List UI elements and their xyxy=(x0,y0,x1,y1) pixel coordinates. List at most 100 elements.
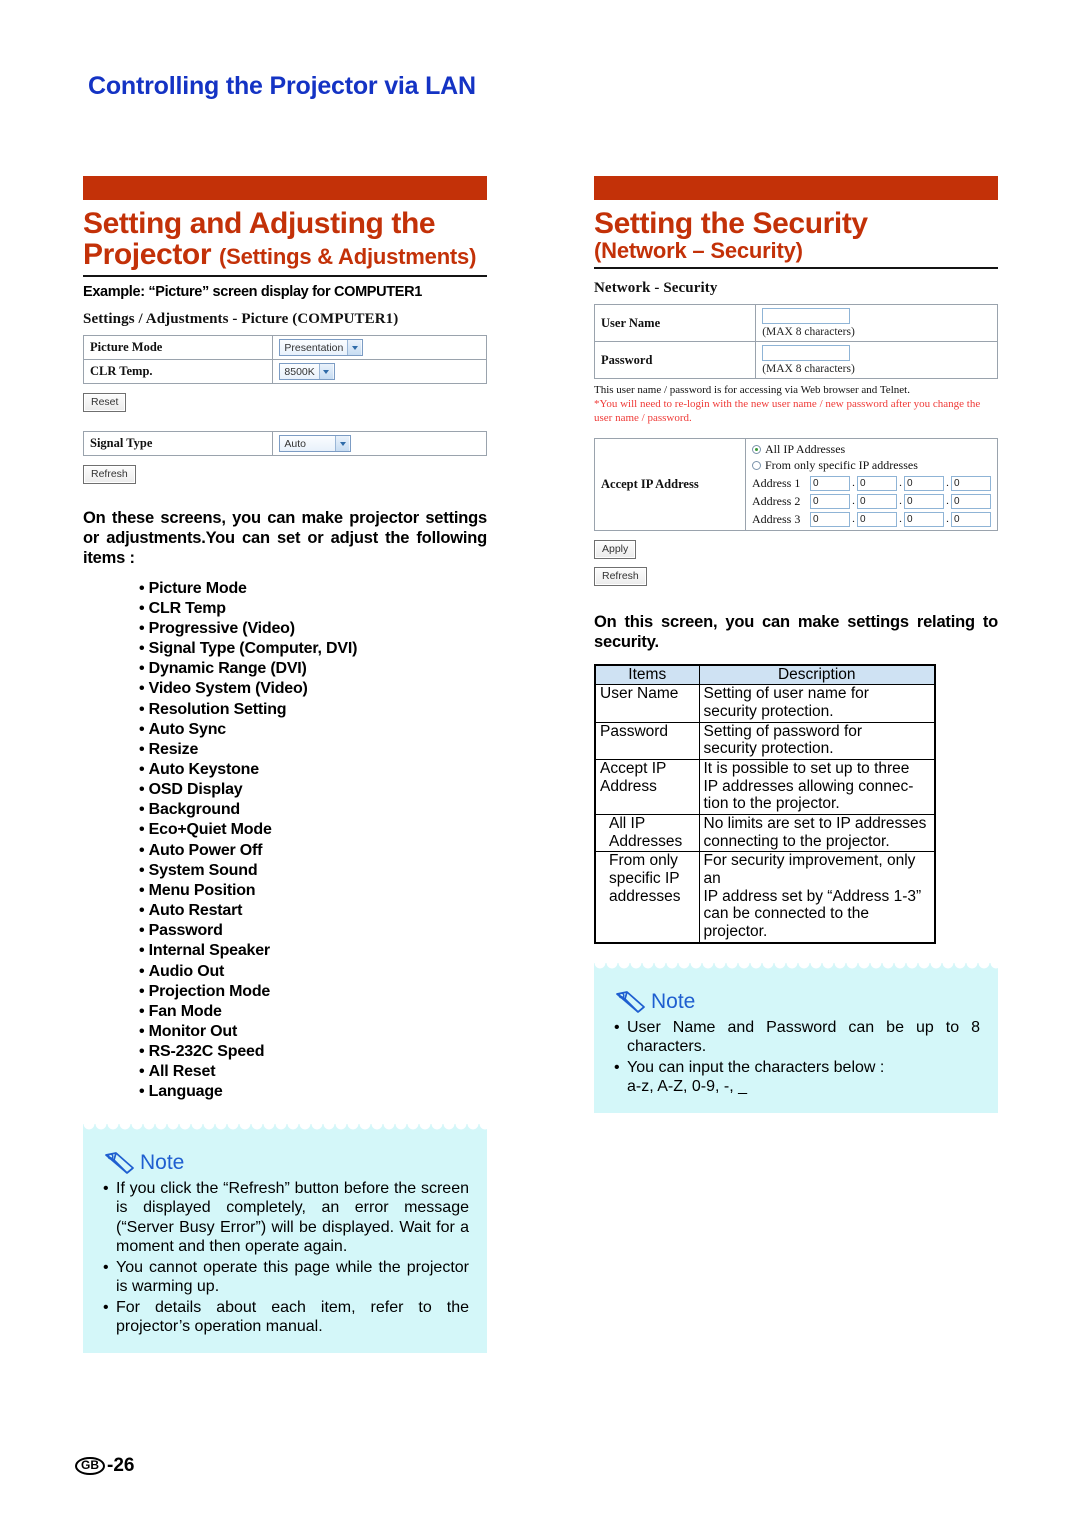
password-label: Password xyxy=(593,341,757,380)
ip-address-label: Address 2 xyxy=(752,493,801,508)
security-screenshot-mock: Network - Security User Name (MAX 8 char… xyxy=(593,280,998,586)
ip-octet-input[interactable]: 0 xyxy=(904,511,944,527)
example-caption: Example: “Picture” screen display for CO… xyxy=(83,284,422,301)
ip-octet-input[interactable]: 0 xyxy=(904,493,944,509)
ip-separator: . xyxy=(852,495,855,508)
radio-all-ip-icon[interactable] xyxy=(752,444,761,454)
table-cell-description: No limits are set to IP addresses connec… xyxy=(698,814,936,853)
note-bullet: If you click the “Refresh” button before… xyxy=(103,1179,469,1257)
table-row: Signal Type Auto xyxy=(82,431,487,457)
note-label: Note xyxy=(140,1150,185,1174)
table-cell-description: For security improvement, only an IP add… xyxy=(698,851,936,944)
ip-address-label: Address 3 xyxy=(752,511,801,526)
ip-octet-input[interactable]: 0 xyxy=(951,475,991,491)
refresh-button[interactable]: Refresh xyxy=(83,465,136,485)
signal-type-cell: Auto xyxy=(272,431,487,457)
list-item: Resize xyxy=(139,740,487,760)
page-number: -26 xyxy=(107,1455,135,1476)
settings-items-list: Picture ModeCLR TempProgressive (Video)S… xyxy=(83,579,487,1103)
ip-octet-input[interactable]: 0 xyxy=(857,511,897,527)
ip-separator: . xyxy=(899,495,902,508)
signal-type-value: Auto xyxy=(284,437,307,450)
list-item: Monitor Out xyxy=(139,1022,487,1042)
accept-ip-label: Accept IP Address xyxy=(594,437,746,531)
ip-octet-input[interactable]: 0 xyxy=(951,511,991,527)
pencil-icon xyxy=(105,1151,134,1174)
column-header-items: Items xyxy=(594,664,700,686)
section-accent-bar-left xyxy=(83,176,487,200)
table-row: From only specific IP addresses For secur… xyxy=(594,851,936,944)
section-accent-bar-right xyxy=(594,176,998,200)
clr-temp-cell: 8500K xyxy=(272,359,487,385)
password-input[interactable] xyxy=(762,345,851,362)
list-item: Internal Speaker xyxy=(139,941,487,961)
ip-octet-input[interactable]: 0 xyxy=(810,493,850,509)
list-item: Audio Out xyxy=(139,962,487,982)
page-title: Controlling the Projector via LAN xyxy=(88,72,476,100)
list-item: Auto Power Off xyxy=(139,841,487,861)
picture-settings-table: Picture Mode Presentation CLR Temp. 8500… xyxy=(82,335,487,385)
scallop-edge xyxy=(83,1123,487,1133)
apply-button[interactable]: Apply xyxy=(594,539,637,559)
table-row: Accept IP Address It is possible to set u… xyxy=(594,759,936,816)
ip-octet-input[interactable]: 0 xyxy=(857,475,897,491)
note-bullet: For details about each item, refer to th… xyxy=(103,1298,469,1337)
list-item: RS-232C Speed xyxy=(139,1042,487,1062)
picture-mode-value: Presentation xyxy=(284,341,344,354)
clr-temp-label: CLR Temp. xyxy=(82,359,274,385)
reset-button[interactable]: Reset xyxy=(83,393,127,413)
left-divider xyxy=(83,275,487,278)
radio-all-ip-label: All IP Addresses xyxy=(765,441,846,456)
right-divider xyxy=(594,267,998,270)
ip-octet-input[interactable]: 0 xyxy=(810,475,850,491)
note-bullet-list: User Name and Password can be up to 8 ch… xyxy=(614,1018,980,1097)
right-column: Setting the Security (Network – Security… xyxy=(593,176,998,1113)
right-section-title-line1: Setting the Security xyxy=(594,207,868,240)
list-item: Projection Mode xyxy=(139,982,487,1002)
list-item: OSD Display xyxy=(139,780,487,800)
radio-all-ip-row[interactable]: All IP Addresses xyxy=(752,442,991,457)
table-cell-item: From only specific IP addresses xyxy=(594,851,700,944)
refresh-button-security[interactable]: Refresh xyxy=(594,566,647,586)
credentials-note-warning: *You will need to re-login with the new … xyxy=(594,398,981,424)
right-section-title-line2: (Network – Security) xyxy=(594,237,803,263)
user-name-label: User Name xyxy=(593,304,757,343)
user-name-input[interactable] xyxy=(762,308,851,325)
table-cell-item: Accept IP Address xyxy=(594,759,700,816)
chevron-down-icon xyxy=(318,364,333,380)
signal-type-select[interactable]: Auto xyxy=(279,435,352,453)
radio-specific-ip-icon[interactable] xyxy=(752,460,761,470)
list-item: Picture Mode xyxy=(139,579,487,599)
note-bullet-list: If you click the “Refresh” button before… xyxy=(103,1179,469,1337)
list-item: Fan Mode xyxy=(139,1002,487,1022)
table-header-row: Items Description xyxy=(594,664,936,686)
accept-ip-table: Accept IP Address All IP Addresses From … xyxy=(594,437,998,531)
ip-address-rows: Address 1 0. 0. 0. 0 Address 2 0. 0. 0. 0 Address … xyxy=(752,475,991,527)
mock-page-title: Settings / Adjustments - Picture (COMPUT… xyxy=(83,311,399,328)
left-column: Setting and Adjusting the Projector (Set… xyxy=(82,176,487,1353)
ip-octet-input[interactable]: 0 xyxy=(857,493,897,509)
chevron-down-icon xyxy=(335,436,350,452)
signal-type-table: Signal Type Auto xyxy=(82,431,487,457)
ip-separator: . xyxy=(946,495,949,508)
radio-specific-ip-row[interactable]: From only specific IP addresses xyxy=(752,458,991,473)
list-item: CLR Temp xyxy=(139,599,487,619)
left-section-title-line2: Projector (Settings & Adjustments) xyxy=(83,239,487,271)
picture-mode-label: Picture Mode xyxy=(82,335,274,361)
ip-octet-input[interactable]: 0 xyxy=(904,475,944,491)
list-item: Signal Type (Computer, DVI) xyxy=(139,639,487,659)
table-cell-item: User Name xyxy=(594,684,700,723)
table-cell-description: It is possible to set up to three IP add… xyxy=(698,759,936,816)
clr-temp-select[interactable]: 8500K xyxy=(279,363,335,381)
user-name-hint: (MAX 8 characters) xyxy=(762,326,855,339)
picture-mode-select[interactable]: Presentation xyxy=(279,339,364,357)
table-cell-item: All IP Addresses xyxy=(594,814,700,853)
table-cell-item: Password xyxy=(594,721,700,761)
left-section-title: Setting and Adjusting the Projector (Set… xyxy=(83,208,487,271)
table-row: All IP Addresses No limits are set to IP … xyxy=(594,814,936,853)
ip-octet-input[interactable]: 0 xyxy=(810,511,850,527)
table-row: Picture Mode Presentation xyxy=(82,335,487,361)
credentials-note-line1: This user name / password is for accessi… xyxy=(594,384,910,397)
table-row: User Name Setting of user name for securi… xyxy=(594,684,936,723)
ip-octet-input[interactable]: 0 xyxy=(951,493,991,509)
